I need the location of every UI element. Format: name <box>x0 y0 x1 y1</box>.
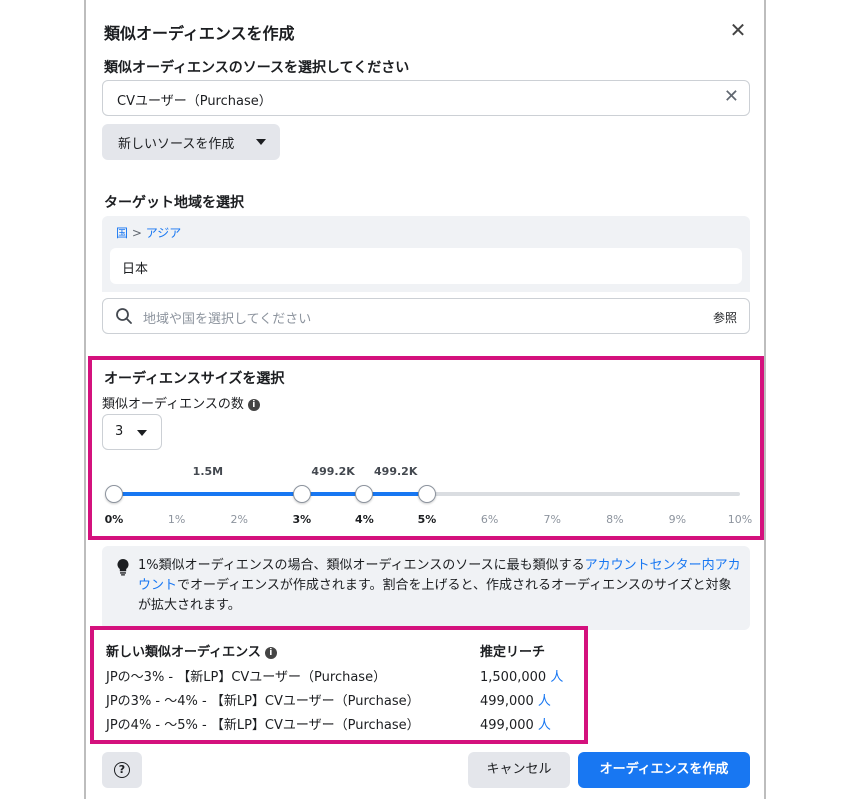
info-icon[interactable]: i <box>264 646 277 659</box>
audience-row-reach: 1,500,000 人 <box>480 666 563 685</box>
source-value: CVユーザー（Purchase） <box>117 94 272 109</box>
reach-unit: 人 <box>537 694 551 709</box>
reach-unit: 人 <box>537 718 551 733</box>
source-input[interactable]: CVユーザー（Purchase） ✕ <box>102 80 750 116</box>
help-icon: ? <box>114 762 130 778</box>
slider-tick-label: 7% <box>543 513 561 526</box>
close-icon[interactable]: ✕ <box>726 18 750 42</box>
clear-icon[interactable]: ✕ <box>724 86 739 107</box>
help-button[interactable]: ? <box>102 752 142 788</box>
region-breadcrumb: 国 > アジア <box>116 224 181 241</box>
breadcrumb-separator: > <box>128 226 146 240</box>
search-icon <box>115 307 133 329</box>
create-lookalike-dialog: 類似オーディエンスを作成 ✕ 類似オーディエンスのソースを選択してください CV… <box>84 0 766 799</box>
backdrop-left <box>0 0 84 799</box>
cancel-button[interactable]: キャンセル <box>468 752 570 788</box>
selected-country[interactable]: 日本 <box>110 248 742 284</box>
slider-thumb[interactable] <box>105 485 123 503</box>
new-audience-header: 新しい類似オーディエンス i <box>106 641 277 660</box>
caret-down-icon <box>137 430 147 436</box>
count-label: 類似オーディエンスの数 <box>102 397 244 412</box>
slider-tick-label: 3% <box>292 513 312 526</box>
info-text: 1%類似オーディエンスの場合、類似オーディエンスのソースに最も類似するアカウント… <box>138 556 742 616</box>
new-source-label: 新しいソースを作成 <box>118 137 235 152</box>
reach-value: 499,000 <box>480 694 534 709</box>
audience-row-reach: 499,000 人 <box>480 690 551 709</box>
audience-size-slider[interactable]: 0% 1% 2% 3% 4% 5% 6% 7% 8% 9% 10% 1.5M 499.2K 499.2K <box>105 460 753 530</box>
slider-track-fill <box>114 492 427 496</box>
info-panel: 1%類似オーディエンスの場合、類似オーディエンスのソースに最も類似するアカウント… <box>102 546 750 630</box>
info-text-after: でオーディエンスが作成されます。割合を上げると、作成されるオーディエンスのサイズ… <box>138 578 732 613</box>
dialog-title: 類似オーディエンスを作成 <box>104 24 295 43</box>
reach-unit: 人 <box>550 670 564 685</box>
backdrop-right <box>766 0 850 799</box>
slider-thumb[interactable] <box>418 485 436 503</box>
breadcrumb-root[interactable]: 国 <box>116 226 128 240</box>
create-audience-button[interactable]: オーディエンスを作成 <box>578 752 750 788</box>
slider-tick-label: 9% <box>668 513 687 526</box>
slider-tick-label: 5% <box>417 513 437 526</box>
info-icon[interactable]: i <box>247 398 260 411</box>
reach-value: 499,000 <box>480 718 534 733</box>
slider-segment-label: 499.2K <box>311 465 355 478</box>
slider-tick-label: 8% <box>606 513 624 526</box>
lightbulb-icon <box>116 558 130 580</box>
slider-tick-label: 1% <box>167 513 186 526</box>
count-label-row: 類似オーディエンスの数 i <box>102 393 260 412</box>
count-value: 3 <box>115 424 124 439</box>
slider-thumb[interactable] <box>292 485 311 503</box>
caret-down-icon <box>256 139 266 145</box>
slider-tick-label: 4% <box>355 513 374 526</box>
region-label: ターゲット地域を選択 <box>104 195 244 211</box>
audience-row-name: JPの3% - ～4% - 【新LP】CVユーザー（Purchase） <box>106 694 420 709</box>
search-placeholder: 地域や国を選択してください <box>143 312 312 327</box>
slider-segment-label: 499.2K <box>374 465 418 478</box>
slider-tick-label: 10% <box>727 513 753 526</box>
new-source-button[interactable]: 新しいソースを作成 <box>102 124 280 160</box>
reach-header: 推定リーチ <box>480 645 546 660</box>
slider-segment-label: 1.5M <box>192 465 224 478</box>
slider-tick-label: 2% <box>230 513 248 526</box>
source-label: 類似オーディエンスのソースを選択してください <box>104 60 410 76</box>
region-search-input[interactable]: 地域や国を選択してください 参照 <box>102 298 750 334</box>
info-text-before: 1%類似オーディエンスの場合、類似オーディエンスのソースに最も類似する <box>138 558 585 573</box>
audience-row-reach: 499,000 人 <box>480 714 551 733</box>
selected-country-label: 日本 <box>122 262 149 277</box>
breadcrumb-child[interactable]: アジア <box>146 226 182 240</box>
new-audience-header-label: 新しい類似オーディエンス <box>106 645 261 660</box>
size-label: オーディエンスサイズを選択 <box>104 371 285 387</box>
browse-link[interactable]: 参照 <box>713 309 737 326</box>
slider-thumb[interactable] <box>355 485 374 503</box>
slider-tick-label: 6% <box>480 513 499 526</box>
slider-tick-label: 0% <box>104 513 124 526</box>
count-select[interactable]: 3 <box>102 414 162 450</box>
audience-row-name: JPの～3% - 【新LP】CVユーザー（Purchase） <box>106 670 387 685</box>
reach-value: 1,500,000 <box>480 670 547 685</box>
selected-region-panel: 国 > アジア 日本 <box>102 216 750 292</box>
audience-row-name: JPの4% - ～5% - 【新LP】CVユーザー（Purchase） <box>106 718 420 733</box>
